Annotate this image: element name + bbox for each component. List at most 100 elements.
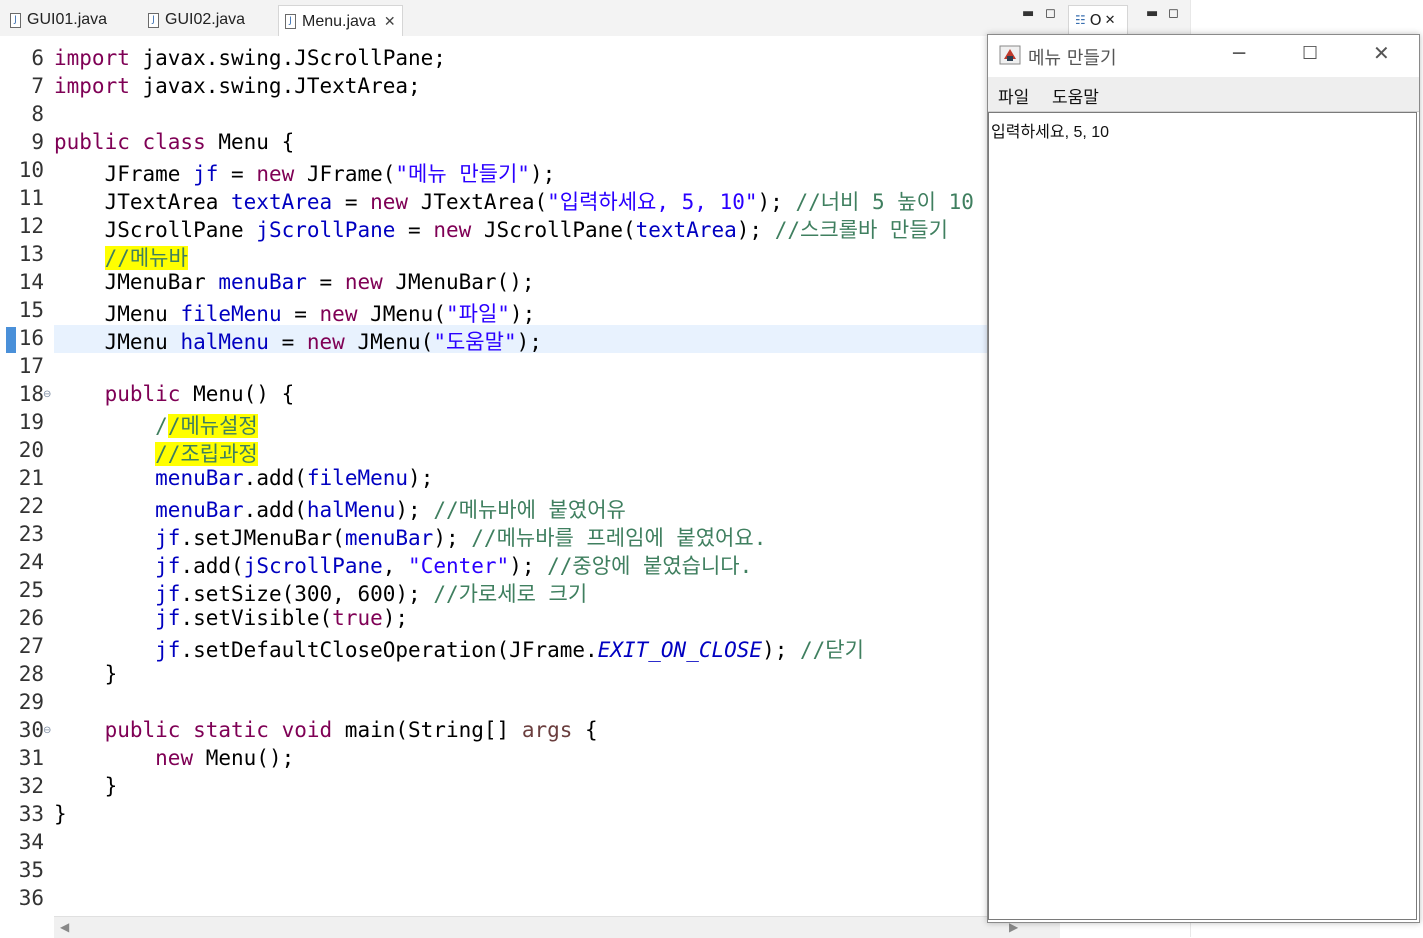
java-file-icon: J [10, 12, 21, 28]
code-token: halMenu [180, 330, 269, 354]
tab-menu[interactable]: J Menu.java ✕ [278, 5, 403, 37]
code-token: halMenu [306, 498, 396, 522]
maximize-icon[interactable]: ◻ [1045, 6, 1056, 21]
code-token: } [54, 662, 118, 686]
code-line: menuBar.add(halMenu); //메뉴바에 붙였어유 [54, 494, 626, 524]
line-number: 26 [18, 606, 44, 630]
code-token: ); [382, 606, 409, 630]
code-token: jf [155, 638, 181, 662]
code-token: Menu() { [180, 382, 295, 406]
code-token: args [521, 718, 573, 742]
close-icon[interactable]: ✕ [1373, 41, 1390, 65]
code-token: jf [155, 606, 181, 630]
fold-icon[interactable]: ⊖ [43, 389, 51, 400]
code-token: / [155, 414, 168, 438]
code-line: jf.setJMenuBar(menuBar); //메뉴바를 프레임에 붙였어… [54, 522, 766, 552]
code-token: import [54, 74, 130, 98]
maximize-icon[interactable]: ☐ [1302, 43, 1318, 64]
close-icon[interactable]: ✕ [384, 13, 396, 30]
editor-tab-bar: J GUI01.java J GUI02.java J Menu.java ✕ … [0, 0, 1190, 37]
code-token: ); [433, 526, 472, 550]
code-token: } [54, 802, 67, 826]
code-token: import [54, 46, 130, 70]
code-token: //가로세로 크기 [433, 582, 588, 606]
line-number: 35 [18, 858, 44, 882]
line-number: 29 [18, 690, 44, 714]
line-number: 6 [31, 46, 44, 70]
code-line: public class Menu { [54, 130, 294, 154]
code-token: } [54, 774, 118, 798]
code-token: public [104, 382, 181, 406]
code-token: JScrollPane [54, 218, 257, 242]
code-line: JScrollPane jScrollPane = new JScrollPan… [54, 214, 948, 244]
code-line: jf.add(jScrollPane, "Center"); //중앙에 붙였습… [54, 550, 752, 580]
code-token: = [281, 302, 320, 326]
code-token: Menu { [205, 130, 295, 154]
minimize-icon[interactable]: ▬ [1022, 6, 1034, 21]
code-token: JTextArea( [408, 190, 548, 214]
code-token: JMenu [54, 302, 181, 326]
code-line: } [54, 662, 118, 686]
scroll-left-icon[interactable]: ◀ [60, 920, 69, 934]
java-frame-window: 메뉴 만들기 ─ ☐ ✕ 파일 도움말 입력하세요, 5, 10 [987, 34, 1420, 923]
fold-icon[interactable]: ⊖ [43, 725, 51, 736]
java-file-icon: J [148, 12, 159, 28]
line-number: 8 [31, 102, 44, 126]
menu-file[interactable]: 파일 [998, 83, 1029, 108]
code-token: /메뉴설정 [167, 414, 258, 438]
code-token: jf [155, 526, 181, 550]
code-token: = [332, 190, 371, 214]
eclipse-ide-window: J GUI01.java J GUI02.java J Menu.java ✕ … [0, 0, 1423, 938]
code-token: javax.swing.JTextArea; [129, 74, 421, 98]
minimize-icon[interactable]: ▬ [1146, 6, 1158, 21]
line-number: 28 [18, 662, 44, 686]
code-token: { [572, 718, 598, 742]
code-line: //메뉴설정 [54, 410, 258, 440]
code-token: public static void [104, 718, 333, 742]
code-token: , [382, 554, 409, 578]
tab-gui02[interactable]: J GUI02.java [148, 6, 245, 34]
code-token: new [256, 162, 295, 186]
code-line: } [54, 802, 67, 826]
code-line: //메뉴바 [54, 242, 188, 272]
line-number: 9 [31, 130, 44, 154]
close-icon[interactable]: ✕ [1105, 13, 1116, 28]
tab-outline[interactable]: ☷ O ✕ [1068, 5, 1128, 35]
code-token: new [344, 270, 383, 294]
menu-help[interactable]: 도움말 [1052, 83, 1099, 108]
line-number: 24 [18, 550, 44, 574]
code-editor[interactable]: 6 import javax.swing.JScrollPane; 7 import … [0, 36, 1060, 916]
frame-menubar: 파일 도움말 [988, 77, 1419, 112]
code-token: true [332, 606, 383, 630]
minimize-icon[interactable]: ─ [1233, 41, 1245, 65]
code-token: jf [155, 582, 181, 606]
code-token: new [370, 190, 409, 214]
code-token: ); [509, 302, 536, 326]
tab-gui01[interactable]: J GUI01.java [10, 6, 107, 34]
code-token: = [306, 270, 345, 294]
text-area[interactable]: 입력하세요, 5, 10 [988, 112, 1417, 920]
line-number: 18 [18, 382, 44, 406]
frame-titlebar[interactable]: 메뉴 만들기 ─ ☐ ✕ [988, 35, 1419, 77]
line-number: 12 [18, 214, 44, 238]
code-token: new [306, 330, 345, 354]
horizontal-scrollbar[interactable]: ◀ ▶ [54, 916, 1060, 938]
code-token: menuBar [344, 526, 434, 550]
line-number: 22 [18, 494, 44, 518]
code-token: menuBar [155, 498, 244, 522]
code-token: ); [395, 498, 434, 522]
maximize-icon[interactable]: ◻ [1168, 6, 1179, 21]
line-number: 27 [18, 634, 44, 658]
code-token: "Center" [408, 554, 510, 578]
code-token: JMenuBar(); [382, 270, 535, 294]
code-token: = [395, 218, 434, 242]
code-token: JFrame( [294, 162, 396, 186]
outline-icon: ☷ [1075, 13, 1086, 27]
